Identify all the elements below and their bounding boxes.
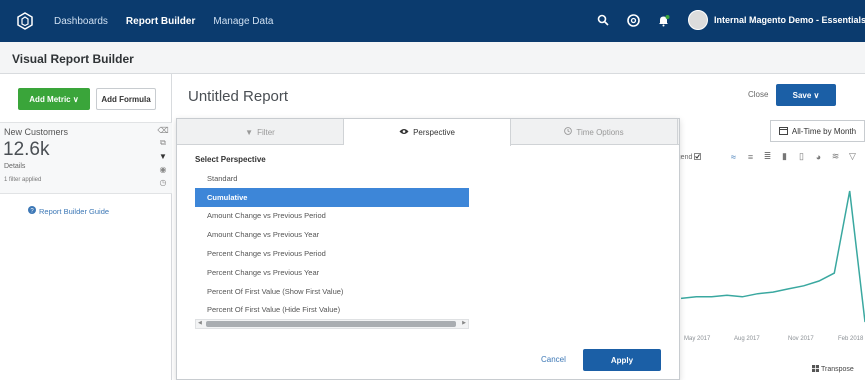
transpose-label: Transpose bbox=[821, 366, 854, 373]
dialog-tabs: ▼ Filter Perspective Time Options bbox=[177, 119, 679, 146]
x-tick-label: Nov 2017 bbox=[788, 336, 814, 342]
pie-chart-icon[interactable]: ◕ bbox=[813, 151, 824, 162]
perspective-dialog: ▼ Filter Perspective Time Options Select… bbox=[176, 118, 680, 380]
report-builder-guide-link[interactable]: ? Report Builder Guide bbox=[28, 206, 109, 216]
search-icon[interactable] bbox=[595, 12, 611, 28]
cancel-button[interactable]: Cancel bbox=[541, 355, 566, 364]
perspective-option[interactable]: Percent Of First Value (Hide First Value… bbox=[195, 301, 469, 320]
metric-value: 12.6k bbox=[3, 139, 50, 160]
copy-metric-icon[interactable]: ⧉ bbox=[158, 138, 168, 148]
perspective-option[interactable]: Standard bbox=[195, 169, 469, 188]
line-chart bbox=[681, 190, 865, 323]
chart-type-picker: ≈ ≡ ≣ ▮ ▯ ◕ ≋ ▽ bbox=[728, 151, 858, 162]
perspective-option[interactable]: Percent Change vs Previous Year bbox=[195, 263, 469, 282]
perspective-list: Standard Cumulative Amount Change vs Previ… bbox=[195, 169, 469, 335]
time-range-label: All-Time by Month bbox=[791, 126, 857, 136]
transpose-toggle[interactable]: Transpose bbox=[812, 365, 854, 374]
close-button[interactable]: Close bbox=[748, 90, 768, 99]
page-header: Visual Report Builder bbox=[0, 42, 865, 74]
tab-perspective[interactable]: Perspective bbox=[344, 119, 511, 146]
remove-metric-icon[interactable]: ⌫ bbox=[157, 125, 168, 135]
tab-label: Perspective bbox=[413, 128, 455, 137]
section-label: Select Perspective bbox=[195, 155, 266, 164]
scrollbar-thumb[interactable] bbox=[206, 321, 456, 327]
perspective-option[interactable]: Amount Change vs Previous Year bbox=[195, 225, 469, 244]
horizontal-scrollbar[interactable]: ◀ ▶ bbox=[195, 319, 469, 329]
perspective-option[interactable]: Cumulative bbox=[195, 187, 469, 207]
metrics-sidebar: Add Metric ∨ Add Formula New Customers 1… bbox=[0, 74, 172, 380]
area-chart-icon[interactable]: ≣ bbox=[762, 151, 773, 162]
view-icon[interactable]: ◉ bbox=[158, 164, 168, 174]
metric-details-link[interactable]: Details bbox=[4, 163, 25, 170]
perspective-option[interactable]: Percent Of First Value (Show First Value… bbox=[195, 282, 469, 301]
add-formula-button[interactable]: Add Formula bbox=[96, 88, 156, 110]
table-icon bbox=[812, 365, 819, 374]
scroll-left-icon[interactable]: ◀ bbox=[198, 320, 202, 326]
metric-toolbar: ⌫ ⧉ ▼ ◉ ◷ bbox=[157, 125, 168, 187]
nav-dashboards[interactable]: Dashboards bbox=[54, 16, 108, 27]
help-circle-icon: ? bbox=[28, 206, 36, 216]
page-title: Visual Report Builder bbox=[12, 52, 134, 66]
stacked-bar-icon[interactable]: ▯ bbox=[796, 151, 807, 162]
add-metric-button[interactable]: Add Metric ∨ bbox=[18, 88, 90, 110]
magento-logo-icon[interactable] bbox=[14, 10, 36, 32]
metric-filter-count: 1 filter applied bbox=[4, 177, 42, 183]
bar-chart-icon[interactable]: ▮ bbox=[779, 151, 790, 162]
perspective-option[interactable]: Amount Change vs Previous Period bbox=[195, 207, 469, 226]
x-tick-label: Feb 2018 bbox=[838, 336, 864, 342]
guide-link-label: Report Builder Guide bbox=[39, 206, 110, 216]
eye-icon bbox=[399, 128, 409, 137]
line-chart-icon[interactable]: ≈ bbox=[728, 151, 739, 162]
checkbox-icon bbox=[694, 153, 702, 162]
nav-manage-data[interactable]: Manage Data bbox=[213, 16, 273, 27]
metric-card[interactable]: New Customers 12.6k Details 1 filter app… bbox=[0, 122, 172, 194]
filter-icon: ▼ bbox=[245, 127, 254, 137]
time-range-button[interactable]: All-Time by Month bbox=[770, 120, 865, 142]
tab-label: Time Options bbox=[576, 127, 624, 137]
filter-icon[interactable]: ▼ bbox=[158, 151, 168, 161]
stacked-line-icon[interactable]: ≡ bbox=[745, 151, 756, 162]
scatter-chart-icon[interactable]: ≋ bbox=[830, 151, 841, 162]
top-icon-group bbox=[595, 12, 671, 28]
apply-button[interactable]: Apply bbox=[583, 349, 661, 371]
tab-filter[interactable]: ▼ Filter bbox=[177, 119, 344, 145]
tab-label: Filter bbox=[257, 127, 275, 137]
perspective-option[interactable]: Percent Change vs Previous Period bbox=[195, 244, 469, 263]
table-filter-icon[interactable]: ▽ bbox=[847, 151, 858, 162]
scroll-right-icon[interactable]: ▶ bbox=[462, 320, 466, 326]
x-tick-label: May 2017 bbox=[684, 336, 711, 342]
help-icon[interactable] bbox=[625, 12, 641, 28]
clock-icon bbox=[564, 127, 573, 137]
notification-bell-icon[interactable] bbox=[655, 12, 671, 28]
account-menu[interactable]: Internal Magento Demo - Essentials ∨ bbox=[714, 15, 865, 26]
clock-icon[interactable]: ◷ bbox=[158, 177, 168, 187]
report-title[interactable]: Untitled Report bbox=[188, 88, 288, 105]
user-avatar[interactable] bbox=[688, 10, 708, 30]
calendar-icon bbox=[778, 126, 788, 137]
legend-toggle[interactable]: Legend bbox=[669, 153, 702, 162]
x-tick-label: Aug 2017 bbox=[734, 336, 760, 342]
nav-report-builder[interactable]: Report Builder bbox=[126, 16, 195, 27]
save-button[interactable]: Save ∨ bbox=[776, 84, 836, 106]
series-line bbox=[681, 190, 865, 323]
metric-name: New Customers bbox=[4, 127, 69, 137]
tab-time-options[interactable]: Time Options bbox=[511, 119, 678, 145]
